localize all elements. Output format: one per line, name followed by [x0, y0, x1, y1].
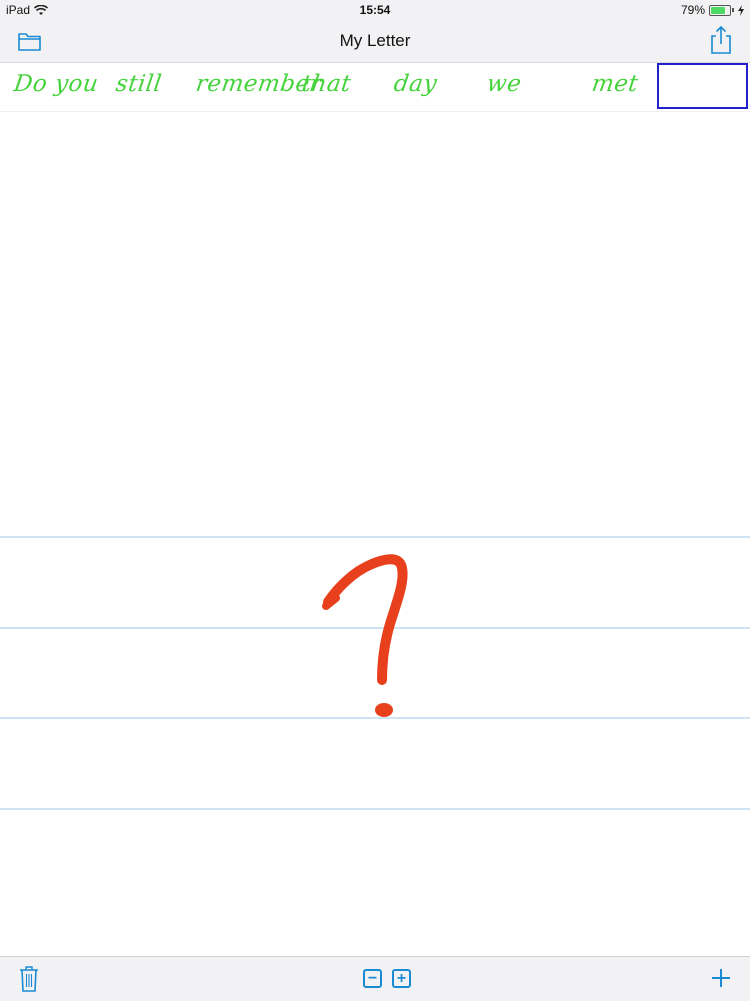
status-bar: iPad 15:54 79%: [0, 0, 750, 20]
question-mark-drawing: [322, 554, 408, 717]
charging-icon: [738, 4, 744, 16]
share-icon: [711, 25, 731, 54]
handwriting-word: that: [300, 71, 353, 97]
add-button[interactable]: [710, 967, 732, 994]
handwriting-word: met: [590, 71, 640, 97]
bottom-toolbar: − +: [0, 956, 750, 1001]
battery-level: [711, 6, 725, 14]
share-button[interactable]: [707, 25, 735, 54]
writing-canvas[interactable]: [0, 112, 750, 955]
zoom-out-button[interactable]: −: [363, 969, 382, 988]
handwriting-word: we: [485, 71, 524, 97]
battery-tip: [732, 8, 734, 12]
navigation-bar: My Letter: [0, 20, 750, 63]
handwriting-word: Do you: [12, 71, 101, 97]
page-title: My Letter: [339, 31, 411, 50]
battery-percent: 79%: [680, 3, 705, 17]
delete-button[interactable]: [18, 965, 40, 998]
status-right: 79%: [681, 3, 744, 17]
ruled-line: [0, 808, 750, 810]
handwriting-line: Do you still remember that day we met: [0, 63, 750, 112]
trash-icon: [20, 966, 38, 992]
plus-icon: [712, 969, 730, 987]
handwriting-word: day: [392, 71, 439, 97]
ruled-line: [0, 536, 750, 538]
status-time: 15:54: [359, 3, 391, 17]
zoom-in-button[interactable]: +: [392, 969, 411, 988]
battery-icon: [709, 4, 731, 16]
handwriting-input-box[interactable]: [657, 63, 748, 109]
handwriting-word: still: [114, 71, 164, 97]
